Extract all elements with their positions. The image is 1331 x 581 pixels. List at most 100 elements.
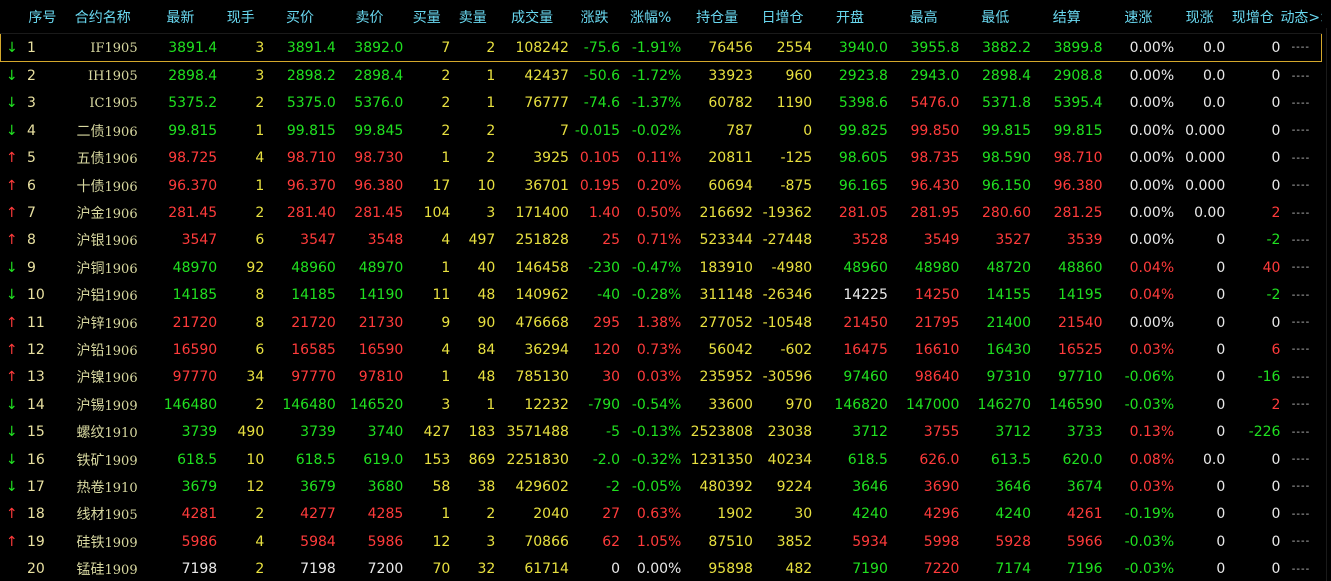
table-row[interactable]: ↑ 7 沪金1906 281.45 2 281.40 281.45 104 3 171400 1.4… (1, 199, 1322, 226)
column-header[interactable]: 买价 (264, 0, 336, 34)
bid-price: 5984 (300, 533, 336, 550)
daily-oi-change: -19362 (762, 205, 813, 222)
bid-price: 21720 (291, 314, 336, 331)
table-row[interactable]: ↑ 5 五债1906 98.725 4 98.710 98.730 1 2 3925 0.105 0.… (1, 145, 1322, 172)
current-change: 0 (1216, 506, 1226, 523)
low-price: 2898.4 (982, 68, 1031, 85)
change-percent: -0.13% (631, 424, 682, 441)
contract-month: 1906 (104, 124, 138, 140)
table-row[interactable]: 20 锰硅1909 7198 2 7198 7200 70 32 61714 0 0.00% 9589… (1, 555, 1322, 581)
column-header[interactable]: 持仓量 (681, 0, 753, 34)
current-oi-change: 0 (1271, 150, 1281, 167)
table-row[interactable]: ↓ 3 IC1905 5375.2 2 5375.0 5376.0 2 1 76777 -74.6-… (1, 90, 1322, 117)
change: 30 (602, 369, 621, 386)
column-header[interactable]: 卖价 (335, 0, 404, 34)
column-header[interactable]: 成交量 (495, 0, 569, 34)
change-percent: -1.72% (631, 68, 682, 85)
contract-month: 1909 (104, 563, 138, 579)
last-price: 96.370 (168, 177, 218, 194)
row-index: 3 (26, 95, 36, 112)
column-header[interactable]: 卖量 (450, 0, 496, 34)
high-price: 2943.0 (910, 68, 960, 85)
table-row[interactable]: ↑ 6 十债1906 96.370 1 96.370 96.380 17 10 36701 0.19… (1, 172, 1322, 199)
column-header[interactable]: 涨跌 (568, 0, 621, 34)
column-header[interactable]: 买量 (403, 0, 451, 34)
change: -2 (606, 478, 621, 495)
speed-change: -0.06% (1124, 369, 1175, 386)
last-price: 16590 (172, 341, 218, 358)
row-index: 16 (26, 451, 45, 468)
table-row[interactable]: ↑ 12 沪铅1906 16590 6 16585 16590 4 84 36294 120 0.73… (1, 336, 1322, 363)
daily-oi-change: 40234 (767, 451, 813, 468)
dynamic: ---- (1291, 152, 1311, 164)
ask-price: 7200 (367, 561, 404, 578)
open-price: 48960 (843, 259, 888, 276)
table-row[interactable]: ↑ 18 线材1905 4281 2 4277 4285 1 2 2040 27 0.63% 1902 3… (1, 501, 1322, 528)
bid-price: 3547 (300, 232, 336, 249)
table-row[interactable]: ↓ 1 IF1905 3891.4 3 3891.4 3892.0 7 2 108242 -75.6… (0, 32, 1323, 63)
table-row[interactable]: ↑ 11 沪锌1906 21720 8 21720 21730 9 90 476668 295 1.3… (1, 309, 1322, 336)
column-header[interactable]: 结算 (1031, 0, 1103, 34)
settle-price: 3539 (1066, 232, 1103, 249)
table-row[interactable]: ↓ 9 沪铜1906 48970 92 48960 48970 1 40 146458 -230 -0… (1, 254, 1322, 281)
column-header[interactable]: 现增仓 (1225, 0, 1281, 34)
table-row[interactable]: ↓ 14 沪锡1909 146480 2 146480 146520 3 1 12232 -790-… (1, 391, 1322, 418)
daily-oi-change: -30596 (762, 369, 813, 386)
dynamic: ---- (1291, 234, 1311, 246)
change: -2.0 (592, 451, 621, 468)
arrow-icon: ↑ (5, 150, 18, 167)
row-index: 8 (26, 232, 36, 249)
low-price: 280.60 (982, 205, 1031, 222)
current-change: 0 (1216, 478, 1226, 495)
column-header[interactable]: 最低 (959, 0, 1031, 34)
table-row[interactable]: ↓ 2 IH1905 2898.4 3 2898.2 2898.4 2 1 42437 -50.6-… (1, 62, 1322, 90)
column-header[interactable]: 最新 (143, 0, 218, 34)
column-header[interactable]: 开盘 (812, 0, 888, 34)
ask-volume: 1 (486, 396, 496, 413)
volume: 70866 (524, 533, 569, 550)
column-header[interactable]: 序号 (22, 0, 62, 34)
table-row[interactable]: ↓ 15 螺纹1910 3739 490 3739 3740 427 183 3571488 -5-… (1, 418, 1322, 445)
table-row[interactable]: ↑ 19 硅铁1909 5986 4 5984 5986 12 3 70866 62 1.05% 875… (1, 528, 1322, 555)
column-header[interactable]: 涨幅% (620, 0, 682, 34)
speed-change: 0.13% (1129, 424, 1175, 441)
current-change: 0 (1216, 314, 1226, 331)
table-row[interactable]: ↓ 17 热卷1910 3679 12 3679 3680 58 38 429602 -2 -0.05… (1, 473, 1322, 500)
current-hand: 3 (217, 32, 265, 63)
current-hand: 2 (255, 205, 265, 222)
low-price: 3712 (995, 424, 1031, 441)
table-row[interactable]: ↓ 16 铁矿1909 618.5 10 618.5 619.0 153 869 2251830 -… (1, 446, 1322, 473)
column-header[interactable]: 现手 (217, 0, 265, 34)
arrow-icon: ↓ (5, 451, 18, 468)
column-header[interactable]: 动态>> (1280, 0, 1322, 34)
row-index: 19 (26, 533, 45, 550)
ask-price: 2898.4 (354, 68, 404, 85)
daily-oi-change: 3852 (776, 533, 813, 550)
change: 0.195 (579, 177, 621, 194)
settle-price: 7196 (1066, 561, 1103, 578)
change: 1.40 (588, 205, 621, 222)
change-percent: -1.37% (631, 95, 682, 112)
table-row[interactable]: ↓ 10 沪铝1906 14185 8 14185 14190 11 48 140962 -40 -0… (1, 282, 1322, 309)
change: -0.015 (574, 122, 621, 139)
settle-price: 96.380 (1053, 177, 1103, 194)
column-header[interactable]: 合约名称 (61, 0, 144, 34)
current-change: 0.0 (1174, 32, 1226, 63)
open-interest: 56042 (708, 341, 753, 358)
column-header[interactable]: 现涨 (1174, 0, 1226, 34)
table-row[interactable]: ↓ 4 二债1906 99.815 1 99.815 99.845 2 2 7 -0.015 -0.0… (1, 117, 1322, 144)
daily-oi-change: -26346 (762, 287, 813, 304)
dynamic: ---- (1291, 508, 1311, 520)
volume: 146458 (515, 259, 569, 276)
contract-name: 沪铝1906 (62, 282, 144, 309)
column-header[interactable]: 最高 (887, 0, 960, 34)
last-price: 2898.4 (168, 68, 218, 85)
column-header[interactable]: 日增仓 (752, 0, 813, 34)
column-header[interactable] (0, 0, 23, 34)
column-header[interactable]: 速涨 (1102, 0, 1175, 34)
contract-code: 沪铅 (76, 342, 105, 359)
table-row[interactable]: ↑ 13 沪镍1906 97770 34 97770 97810 1 48 785130 30 0.0… (1, 364, 1322, 391)
open-price: 618.5 (847, 451, 888, 468)
table-row[interactable]: ↑ 8 沪银1906 3547 6 3547 3548 4 497 251828 25 0.71% 52… (1, 227, 1322, 254)
current-hand: 4 (255, 533, 265, 550)
